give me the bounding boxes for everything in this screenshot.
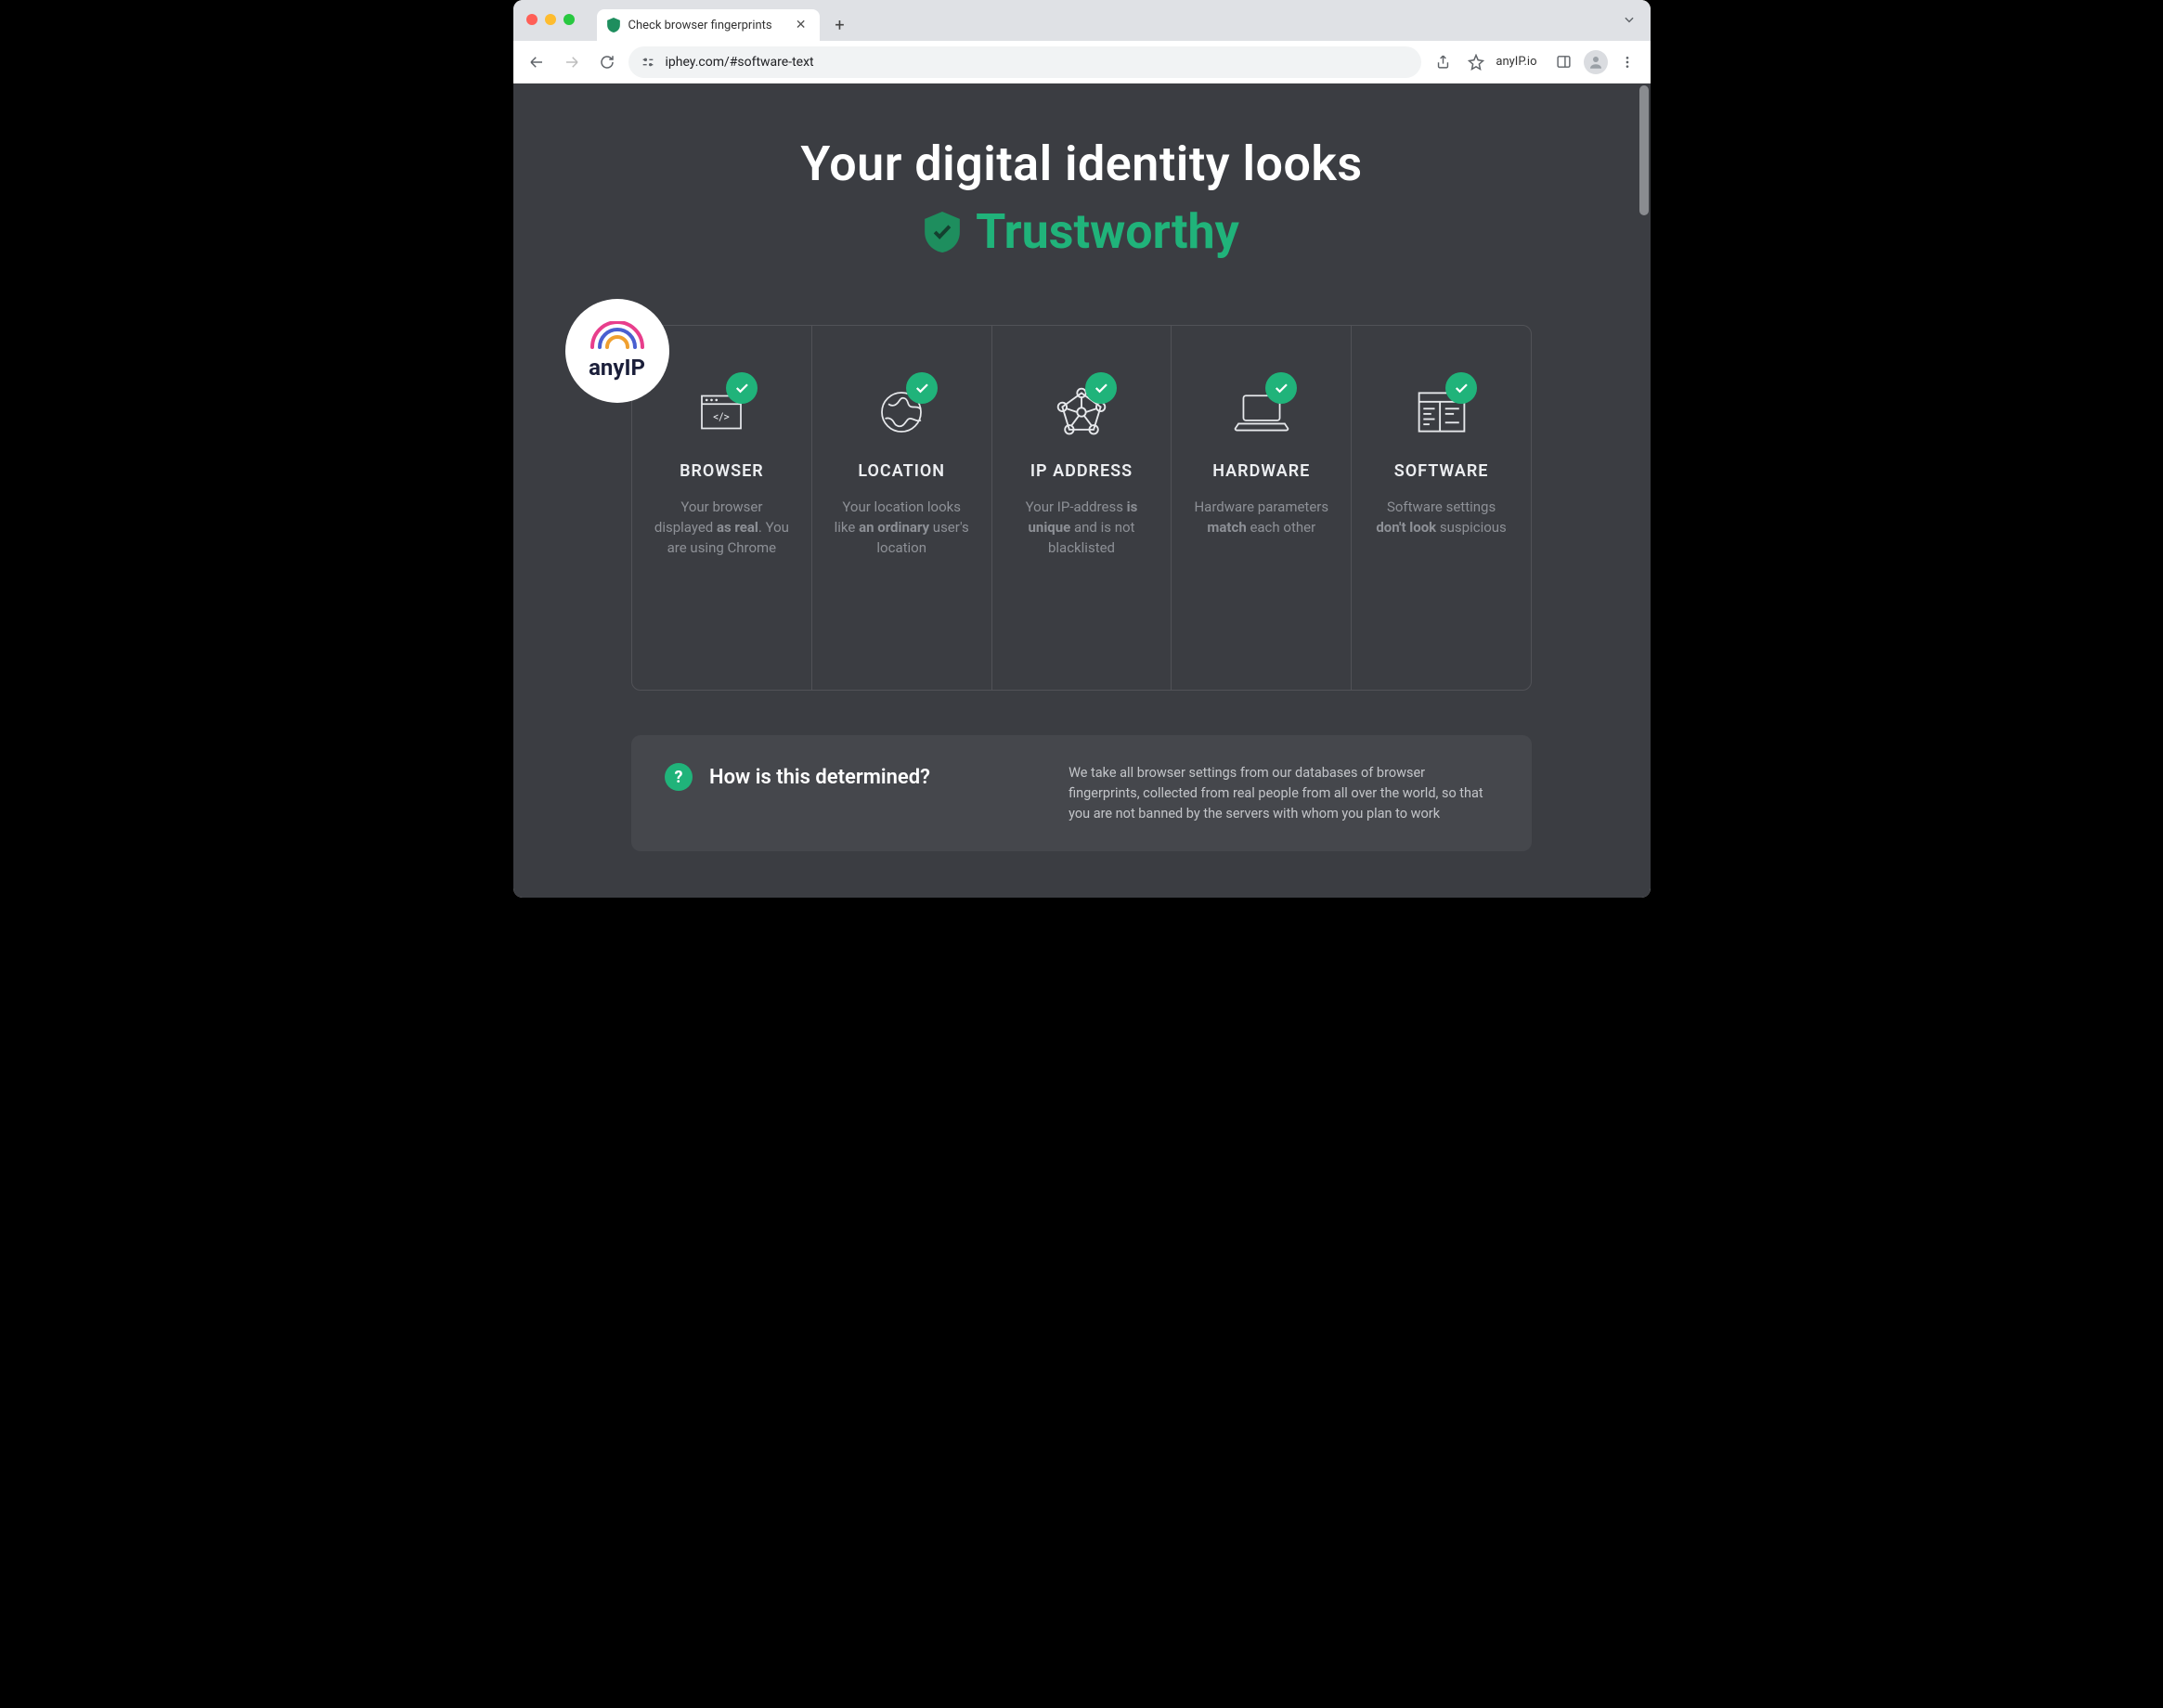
window-controls: [526, 14, 575, 25]
status-cards-row: </> BROWSER Your browser displayed as re…: [631, 325, 1532, 691]
card-desc: Hardware parameters match each other: [1185, 498, 1338, 538]
tab-close-button[interactable]: ✕: [792, 16, 810, 34]
reload-button[interactable]: [593, 48, 621, 76]
check-icon: [726, 372, 758, 404]
shield-icon: [924, 212, 961, 252]
trust-status-text: Trustworthy: [976, 203, 1239, 260]
tabs-dropdown-button[interactable]: [1623, 13, 1636, 26]
nav-forward-button[interactable]: [558, 48, 586, 76]
hero-title: Your digital identity looks: [513, 136, 1651, 192]
card-desc: Your IP-address is unique and is not bla…: [1005, 498, 1159, 558]
card-desc: Software settings don't look suspicious: [1365, 498, 1518, 538]
bookmark-label[interactable]: anyIP.io: [1496, 55, 1536, 69]
address-bar[interactable]: iphey.com/#software-text: [628, 46, 1422, 78]
profile-avatar-button[interactable]: [1584, 50, 1608, 74]
card-software[interactable]: SOFTWARE Software settings don't look su…: [1352, 326, 1531, 690]
share-button[interactable]: [1429, 48, 1457, 76]
info-title: How is this determined?: [709, 766, 930, 789]
card-hardware[interactable]: HARDWARE Hardware parameters match each …: [1172, 326, 1352, 690]
info-text: We take all browser settings from our da…: [1069, 763, 1498, 823]
card-location[interactable]: LOCATION Your location looks like an ord…: [812, 326, 992, 690]
card-desc: Your location looks like an ordinary use…: [825, 498, 978, 558]
card-title: LOCATION: [825, 461, 978, 481]
check-icon: [1445, 372, 1477, 404]
vertical-scrollbar[interactable]: [1639, 85, 1649, 215]
tab-favicon-shield-icon: [606, 18, 621, 32]
svg-text:</>: </>: [714, 410, 731, 423]
card-title: IP ADDRESS: [1005, 461, 1159, 481]
check-icon: [1265, 372, 1297, 404]
trust-status-row: Trustworthy: [513, 203, 1651, 260]
page-viewport: Your digital identity looks Trustworthy …: [513, 84, 1651, 898]
window-minimize-button[interactable]: [545, 14, 556, 25]
check-icon: [1085, 372, 1117, 404]
question-icon: ?: [665, 763, 693, 791]
browser-toolbar: iphey.com/#software-text anyIP.io: [513, 41, 1651, 84]
side-panel-button[interactable]: [1550, 48, 1578, 76]
info-header: ? How is this determined?: [665, 763, 1031, 791]
info-panel: ? How is this determined? We take all br…: [631, 735, 1532, 851]
card-title: BROWSER: [645, 461, 798, 481]
new-tab-button[interactable]: +: [827, 12, 853, 38]
tab-title: Check browser fingerprints: [628, 19, 772, 32]
kebab-menu-button[interactable]: [1613, 48, 1641, 76]
tab-strip: Check browser fingerprints ✕ +: [513, 0, 1651, 41]
card-title: SOFTWARE: [1365, 461, 1518, 481]
card-ip-address[interactable]: IP ADDRESS Your IP-address is unique and…: [992, 326, 1172, 690]
site-settings-icon[interactable]: [640, 54, 656, 71]
url-text: iphey.com/#software-text: [666, 55, 814, 70]
hero-section: Your digital identity looks Trustworthy: [513, 84, 1651, 260]
card-browser[interactable]: </> BROWSER Your browser displayed as re…: [632, 326, 812, 690]
toolbar-right: anyIP.io: [1429, 48, 1640, 76]
nav-back-button[interactable]: [523, 48, 550, 76]
browser-tab[interactable]: Check browser fingerprints ✕: [597, 9, 820, 41]
check-icon: [906, 372, 938, 404]
browser-window: Check browser fingerprints ✕ + iphey.com…: [513, 0, 1651, 898]
window-close-button[interactable]: [526, 14, 538, 25]
window-maximize-button[interactable]: [563, 14, 575, 25]
card-title: HARDWARE: [1185, 461, 1338, 481]
card-desc: Your browser displayed as real. You are …: [645, 498, 798, 558]
bookmark-star-icon[interactable]: [1462, 48, 1490, 76]
